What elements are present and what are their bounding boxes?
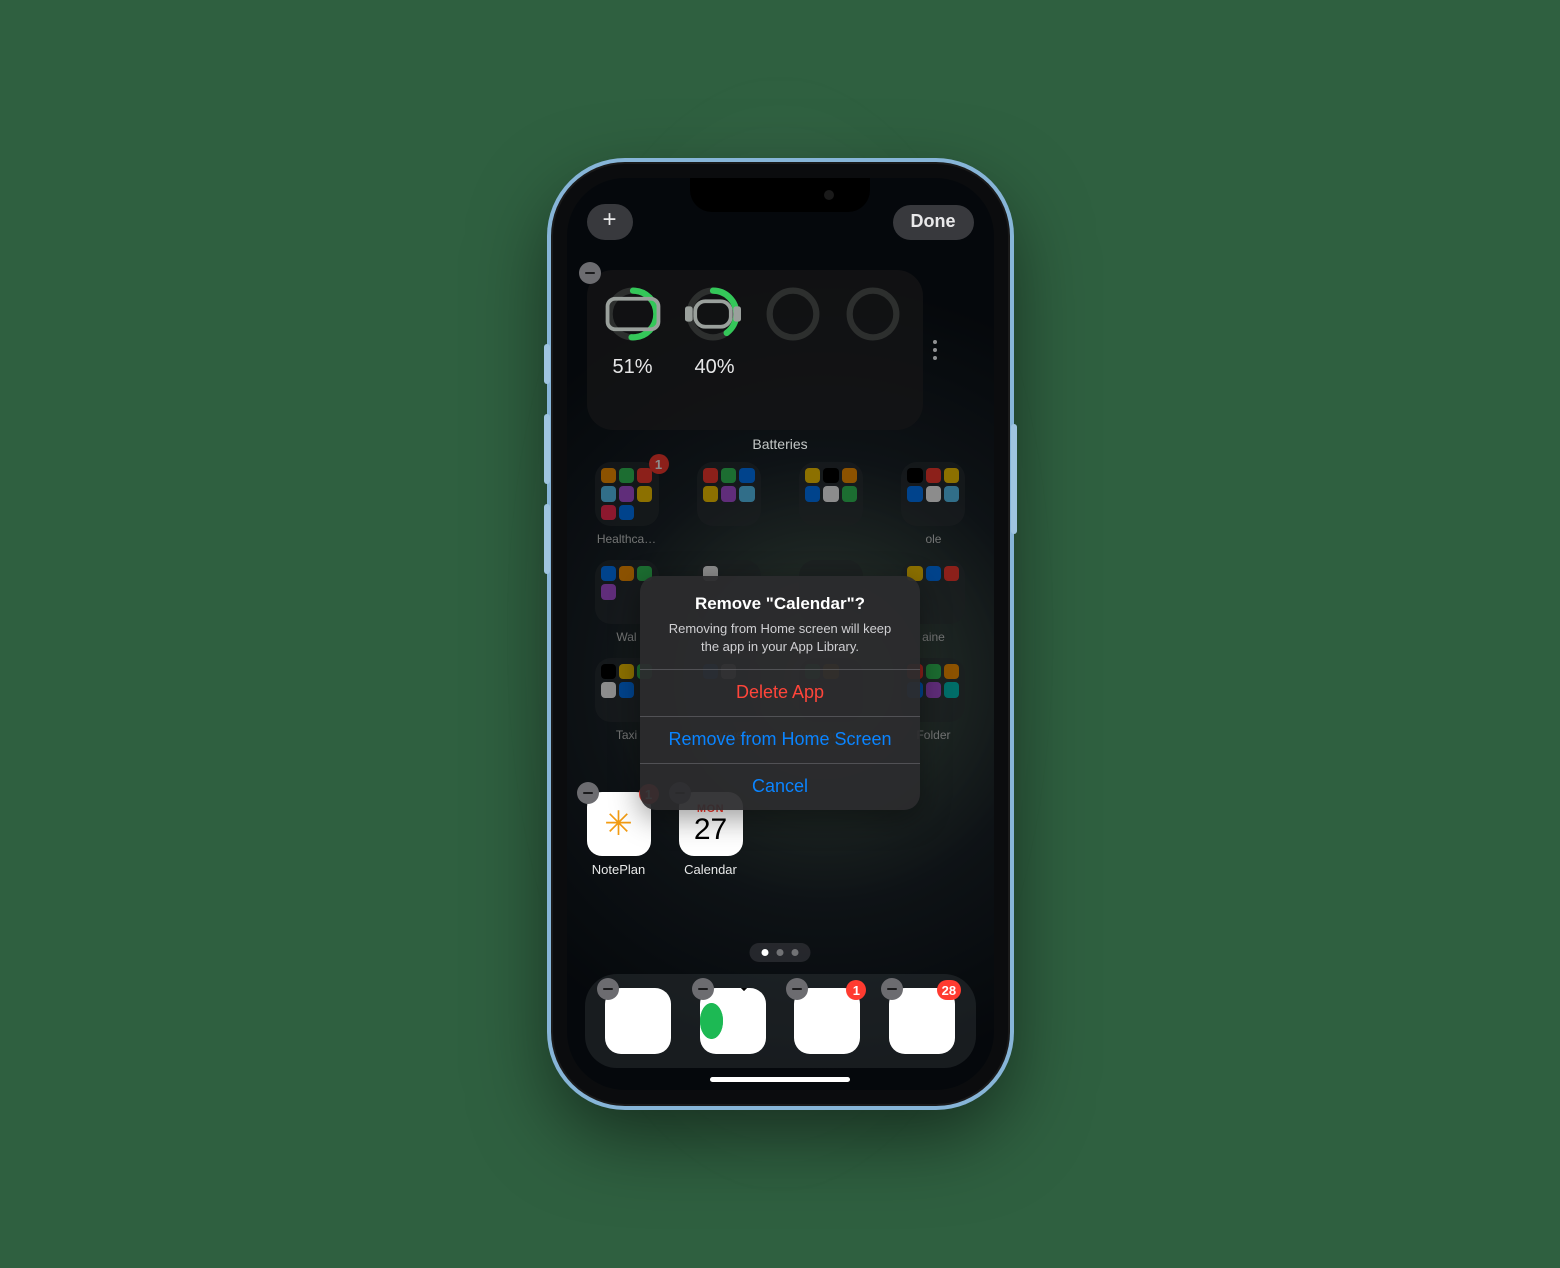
battery-rings (599, 286, 911, 342)
dock-app-messages[interactable]: 28 (889, 988, 955, 1054)
remove-messages-button[interactable] (881, 978, 903, 1000)
side-button-vol-down (544, 504, 550, 574)
page-dot-2 (777, 949, 784, 956)
slack-badge: 1 (846, 980, 866, 1000)
battery-ring-phone (605, 286, 661, 342)
folder-4[interactable]: ole (893, 462, 973, 546)
battery-percent-watch: 40% (683, 356, 747, 379)
side-button-silent (544, 344, 550, 384)
side-button-power (1011, 424, 1017, 534)
alert-cancel-button[interactable]: Cancel (640, 763, 920, 810)
spotify-icon (700, 988, 766, 1054)
messages-badge: 28 (937, 980, 961, 1000)
remove-spotify-button[interactable] (692, 978, 714, 1000)
noteplan-label: NotePlan (587, 862, 651, 877)
remove-settings-button[interactable] (597, 978, 619, 1000)
widget-stack-indicator[interactable] (933, 340, 939, 360)
add-widget-button[interactable]: + (587, 204, 633, 240)
calendar-label: Calendar (679, 862, 743, 877)
page-indicator[interactable] (750, 943, 811, 962)
batteries-widget[interactable]: 51% 40% (587, 270, 923, 430)
notch (690, 178, 870, 212)
folder-healthcare-label: Healthca… (587, 532, 667, 546)
folder-3[interactable] (791, 462, 871, 546)
alert-delete-button[interactable]: Delete App (640, 669, 920, 716)
battery-ring-empty-2 (845, 286, 901, 342)
dock: 1 28 (585, 974, 976, 1068)
battery-ring-watch (685, 286, 741, 342)
settings-icon (605, 988, 671, 1054)
phone-icon (605, 286, 661, 342)
phone-screen: + Done (567, 178, 994, 1090)
calendar-day: 27 (694, 815, 727, 845)
done-button[interactable]: Done (893, 205, 974, 240)
remove-widget-button[interactable] (579, 262, 601, 284)
folder-2[interactable] (689, 462, 769, 546)
folder-healthcare-badge: 1 (649, 454, 669, 474)
dock-app-settings[interactable] (605, 988, 671, 1054)
watch-icon (685, 286, 741, 342)
battery-ring-empty-1 (765, 286, 821, 342)
remove-app-alert: Remove "Calendar"? Removing from Home sc… (640, 576, 920, 810)
home-indicator[interactable] (710, 1077, 850, 1082)
folder-healthcare[interactable]: 1 Healthca… (587, 462, 667, 546)
battery-percent-row: 51% 40% (599, 356, 911, 379)
remove-noteplan-button[interactable] (577, 782, 599, 804)
page-dot-1 (762, 949, 769, 956)
side-button-vol-up (544, 414, 550, 484)
dock-app-slack[interactable]: 1 (794, 988, 860, 1054)
dock-app-spotify[interactable] (700, 988, 766, 1054)
phone-frame: + Done (553, 164, 1008, 1104)
noteplan-icon (587, 792, 651, 856)
alert-remove-button[interactable]: Remove from Home Screen (640, 716, 920, 763)
batteries-widget-label: Batteries (567, 436, 994, 452)
app-noteplan[interactable]: 1 NotePlan (587, 792, 651, 877)
battery-percent-phone: 51% (601, 356, 665, 379)
page-dot-3 (792, 949, 799, 956)
alert-message: Removing from Home screen will keep the … (656, 620, 904, 655)
alert-title: Remove "Calendar"? (656, 594, 904, 614)
